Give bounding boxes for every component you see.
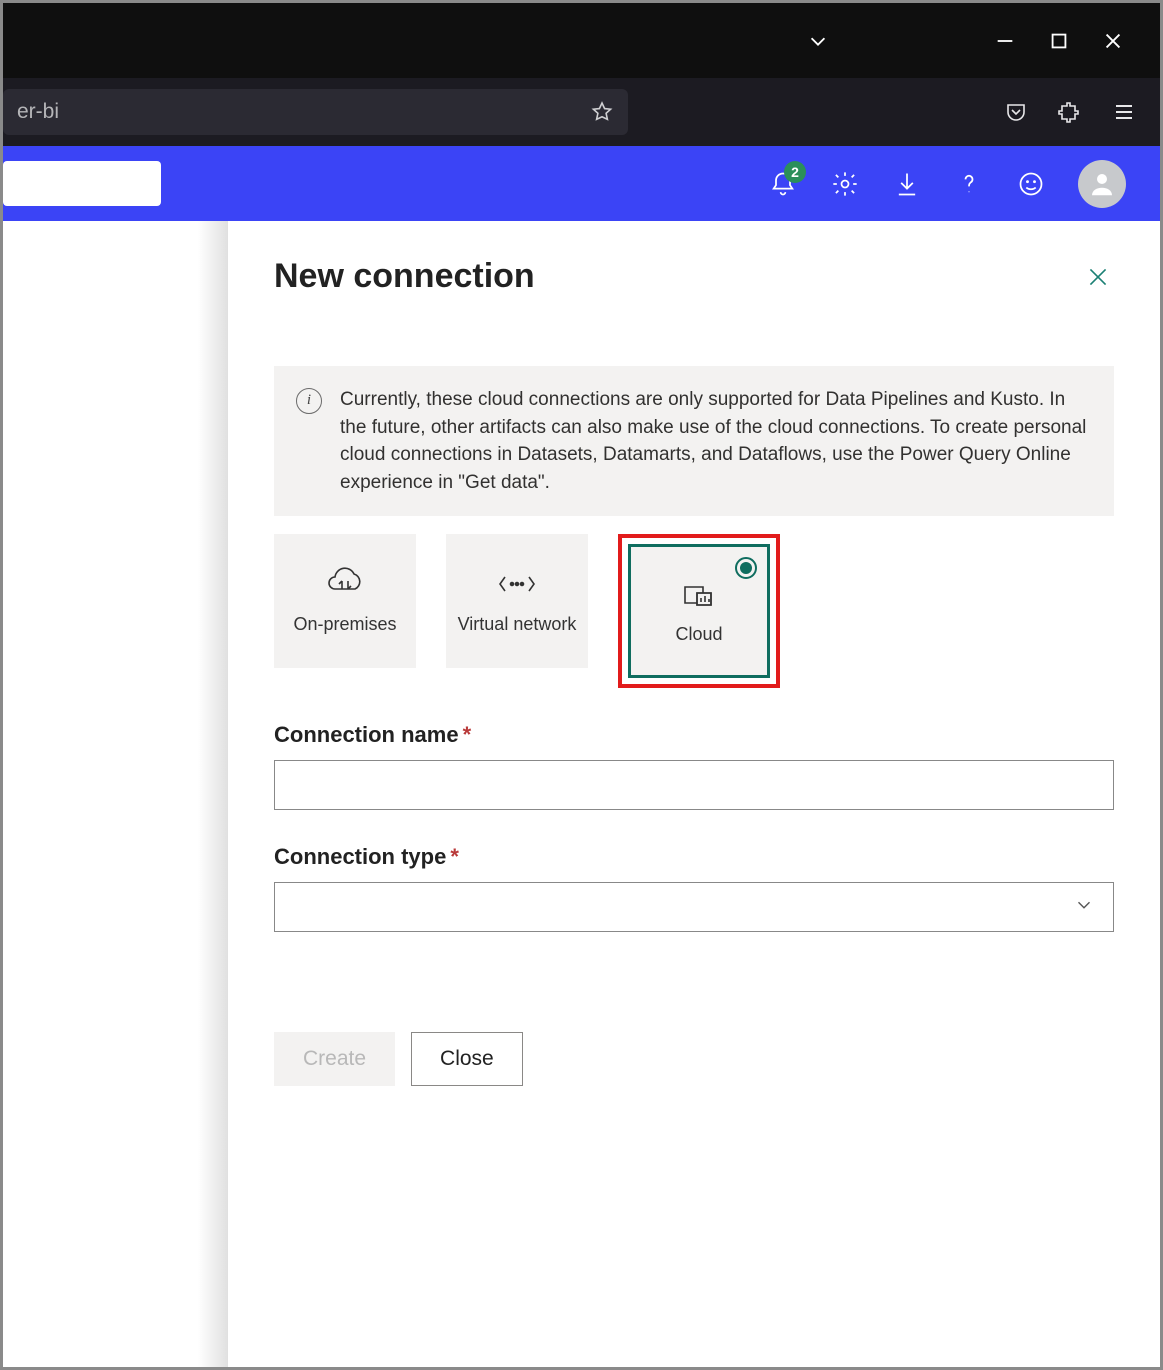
panel-title: New connection xyxy=(274,257,535,296)
cloud-report-icon xyxy=(679,576,719,612)
tile-virtual-network[interactable]: Virtual network xyxy=(446,534,588,668)
feedback-smile-icon[interactable] xyxy=(1016,169,1046,199)
connection-name-label: Connection name* xyxy=(274,722,1114,748)
cloud-sync-icon xyxy=(325,566,365,602)
window-minimize-button[interactable] xyxy=(978,14,1032,68)
network-icon xyxy=(497,566,537,602)
window-close-button[interactable] xyxy=(1086,14,1140,68)
user-avatar[interactable] xyxy=(1078,160,1126,208)
download-icon[interactable] xyxy=(892,169,922,199)
tile-label: On-premises xyxy=(293,614,396,636)
info-banner: i Currently, these cloud connections are… xyxy=(274,366,1114,516)
window-titlebar xyxy=(3,3,1160,78)
selected-indicator-icon xyxy=(735,557,757,579)
connection-type-label: Connection type* xyxy=(274,844,1114,870)
notifications-icon[interactable]: 2 xyxy=(768,169,798,199)
tile-cloud[interactable]: Cloud xyxy=(628,544,770,678)
close-button[interactable]: Close xyxy=(411,1032,523,1086)
notification-badge: 2 xyxy=(784,161,806,183)
background-content xyxy=(3,221,228,1367)
search-input[interactable] xyxy=(3,161,161,206)
browser-toolbar: er-bi xyxy=(3,78,1160,146)
help-icon[interactable] xyxy=(954,169,984,199)
hamburger-menu-icon[interactable] xyxy=(1100,88,1148,136)
chevron-down-icon xyxy=(1073,894,1095,921)
connection-type-select[interactable] xyxy=(274,882,1114,932)
extensions-icon[interactable] xyxy=(1046,88,1094,136)
tile-on-premises[interactable]: On-premises xyxy=(274,534,416,668)
tab-overflow-icon[interactable] xyxy=(791,14,845,68)
new-connection-panel: New connection i Currently, these cloud … xyxy=(228,221,1160,1367)
settings-gear-icon[interactable] xyxy=(830,169,860,199)
pocket-icon[interactable] xyxy=(992,88,1040,136)
highlight-box: Cloud xyxy=(618,534,780,688)
panel-close-button[interactable] xyxy=(1082,261,1114,293)
window-maximize-button[interactable] xyxy=(1032,14,1086,68)
app-header: 2 xyxy=(3,146,1160,221)
info-icon: i xyxy=(296,388,322,414)
create-button[interactable]: Create xyxy=(274,1032,395,1086)
tile-label: Virtual network xyxy=(458,614,577,636)
tile-label: Cloud xyxy=(675,624,722,646)
connection-name-input[interactable] xyxy=(274,760,1114,810)
address-bar[interactable]: er-bi xyxy=(3,89,628,135)
bookmark-star-icon[interactable] xyxy=(590,100,614,124)
address-bar-text: er-bi xyxy=(17,100,580,124)
info-message: Currently, these cloud connections are o… xyxy=(340,386,1092,496)
